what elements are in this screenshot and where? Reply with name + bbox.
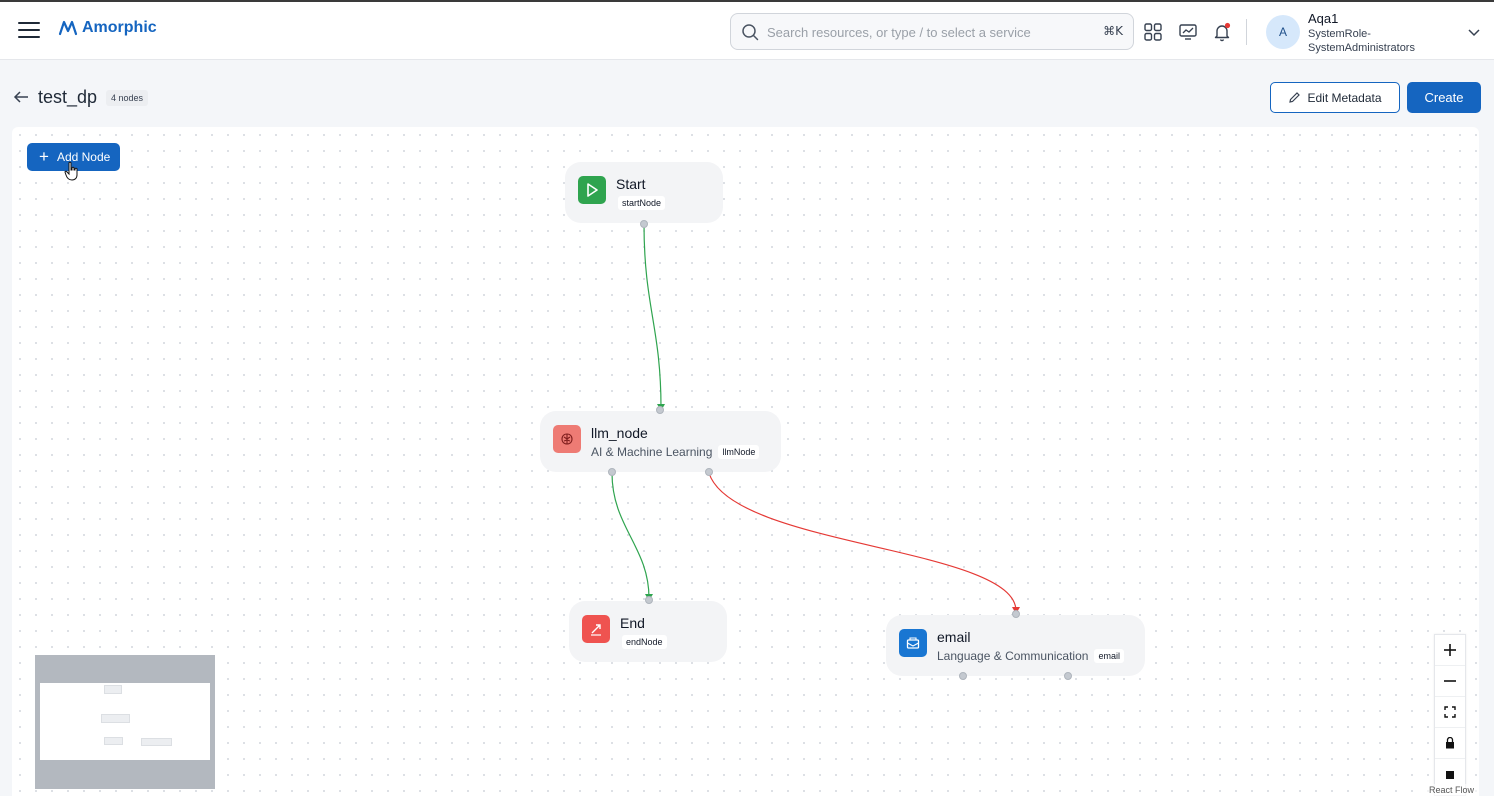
source-handle-failure[interactable]: [705, 468, 713, 476]
minimap-node: [104, 737, 123, 745]
node-subtitle-row: Language & Communication email: [937, 649, 1124, 663]
back-arrow-icon[interactable]: [12, 88, 30, 106]
search-icon: [742, 24, 759, 41]
minimap-node: [141, 738, 172, 746]
search-shortcut: ⌘K: [1103, 24, 1123, 38]
node-type-tag: email: [1094, 649, 1124, 663]
node-type-tag: endNode: [622, 635, 667, 649]
node-title: End: [620, 615, 645, 631]
envelope-icon: [899, 629, 927, 657]
edge-llm-email: [708, 472, 1017, 612]
brain-icon: [553, 425, 581, 453]
avatar[interactable]: A: [1266, 15, 1300, 49]
user-role: SystemRole-SystemAdministrators: [1308, 28, 1415, 54]
logo-text: Amorphic: [82, 19, 157, 36]
edge-llm-end: [611, 472, 650, 599]
page-title: test_dp: [38, 87, 98, 107]
source-handle-failure[interactable]: [1064, 672, 1072, 680]
node-title: email: [937, 629, 971, 645]
node-type-tag: startNode: [618, 196, 666, 210]
node-start[interactable]: Start startNode: [565, 162, 723, 228]
target-handle[interactable]: [656, 406, 664, 414]
user-name: Aqa1: [1308, 11, 1339, 26]
zoom-in-icon[interactable]: [1435, 635, 1465, 666]
header-divider: [1246, 19, 1247, 45]
node-title: Start: [616, 176, 646, 192]
minimap-node: [101, 714, 130, 723]
pencil-icon: [1289, 92, 1301, 103]
amorphic-logo-icon: [58, 20, 78, 36]
node-subtitle: endNode: [622, 635, 667, 649]
source-handle-success[interactable]: [608, 468, 616, 476]
grid-icon[interactable]: [1143, 22, 1163, 42]
search-input[interactable]: [767, 22, 1087, 42]
flow-controls: [1434, 634, 1466, 796]
search-box[interactable]: ⌘K: [730, 13, 1134, 50]
edge-start-llm: [643, 223, 662, 409]
minimap-node: [104, 685, 122, 694]
add-node-label: Add Node: [56, 150, 111, 164]
top-bar: Amorphic ⌘K A Aqa1 SystemRole-SystemAdmi…: [0, 0, 1494, 60]
lock-icon[interactable]: [1435, 728, 1465, 759]
notification-dot: [1224, 22, 1231, 29]
target-handle[interactable]: [645, 596, 653, 604]
edit-metadata-button[interactable]: Edit Metadata: [1270, 82, 1400, 113]
zoom-out-icon[interactable]: [1435, 666, 1465, 697]
app-logo[interactable]: Amorphic: [58, 18, 157, 38]
add-node-button[interactable]: + Add Node: [27, 143, 120, 171]
edit-metadata-label: Edit Metadata: [1307, 90, 1382, 105]
node-llm[interactable]: llm_node AI & Machine Learning llmNode: [540, 406, 781, 476]
exit-icon: [582, 615, 610, 643]
plus-icon: +: [39, 147, 49, 166]
node-count-badge: 4 nodes: [106, 90, 149, 106]
source-handle[interactable]: [640, 220, 648, 228]
play-icon: [578, 176, 606, 204]
node-subtitle: startNode: [618, 196, 666, 210]
monitor-chart-icon[interactable]: [1178, 22, 1198, 42]
node-title: llm_node: [591, 425, 648, 441]
node-end[interactable]: End endNode: [569, 596, 727, 662]
node-category: AI & Machine Learning: [591, 445, 713, 459]
bell-icon[interactable]: [1212, 22, 1232, 42]
react-flow-attribution[interactable]: React Flow: [1425, 784, 1477, 796]
minimap[interactable]: [35, 655, 215, 789]
node-subtitle-row: AI & Machine Learning llmNode: [591, 445, 760, 459]
chevron-down-icon[interactable]: [1467, 26, 1481, 38]
node-category: Language & Communication: [937, 649, 1089, 663]
fit-view-icon[interactable]: [1435, 697, 1465, 728]
node-type-tag: llmNode: [718, 445, 760, 459]
flow-canvas[interactable]: + Add Node Start startNode llm_node AI &…: [12, 127, 1479, 796]
menu-icon[interactable]: [18, 22, 40, 40]
source-handle-success[interactable]: [959, 672, 967, 680]
target-handle[interactable]: [1012, 610, 1020, 618]
node-email[interactable]: email Language & Communication email: [886, 610, 1145, 680]
create-button[interactable]: Create: [1407, 82, 1481, 113]
